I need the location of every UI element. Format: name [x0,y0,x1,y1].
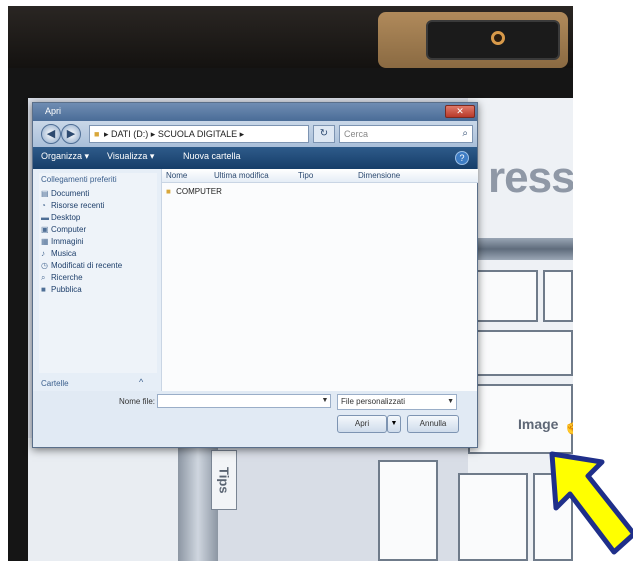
column-ultima-modifica[interactable]: Ultima modifica [214,171,269,180]
recent-icon: ◔ [41,201,46,210]
photo: ress Tips Image ☝ Apri ✕ ◀ ▶ ■ ▸ DATI (D… [0,0,633,566]
help-icon[interactable]: ? [455,151,469,165]
nav-item-desktop[interactable]: ▬ Desktop [41,213,80,222]
web-widget [378,460,438,561]
organize-button[interactable]: Organizza ▾ [41,151,89,162]
recently-changed-icon: ◷ [41,261,48,270]
column-header: Nome Ultima modifica Tipo Dimensione [162,169,478,183]
nav-item-label: Desktop [51,213,81,222]
nav-item-pubblica[interactable]: ■ Pubblica [41,285,82,294]
folder-icon: ■ [94,129,100,139]
search-placeholder: Cerca [344,129,369,139]
file-type-select[interactable]: File personalizzati ▼ [337,394,457,410]
dialog-title: Apri [45,106,62,116]
web-widget [543,270,573,322]
nav-item-documenti[interactable]: ▤ Documenti [41,189,89,198]
dialog-toolbar: Organizza ▾ Visualizza ▾ Nuova cartella … [33,147,477,169]
navigation-pane: Collegamenti preferiti ▤ Documenti ◔ Risor… [39,173,157,373]
web-widget [468,270,538,322]
column-tipo[interactable]: Tipo [298,171,313,180]
file-name: COMPUTER [176,187,222,196]
nav-item-label: Musica [51,249,77,258]
power-ring-icon [491,31,505,45]
filename-label: Nome file: [119,397,156,406]
tips-widget[interactable]: Tips [211,450,237,510]
cancel-button[interactable]: Annulla [407,415,459,433]
desktop-icon: ▬ [41,213,49,222]
folder-icon: ■ [166,187,171,196]
monitor-screen: ress Tips Image ☝ Apri ✕ ◀ ▶ ■ ▸ DATI (D… [8,6,573,561]
chevron-down-icon[interactable]: ▼ [319,394,331,408]
chevron-down-icon: ▼ [447,398,454,405]
file-list: Nome Ultima modifica Tipo Dimensione ■ C… [161,169,478,391]
search-icon[interactable]: ⌕ [462,126,468,142]
nav-item-label: Modificati di recente [51,261,123,270]
address-path: ▸ DATI (D:) ▸ SCUOLA DIGITALE ▸ [103,129,245,139]
hand-pointer-icon: ☝ [563,418,573,435]
new-folder-button[interactable]: Nuova cartella [183,151,241,161]
chevron-up-icon[interactable]: ^ [139,377,143,387]
column-dimensione[interactable]: Dimensione [358,171,400,180]
back-button[interactable]: ◀ [41,124,61,144]
press-heading: ress [488,153,573,202]
open-file-dialog: Apri ✕ ◀ ▶ ■ ▸ DATI (D:) ▸ SCUOLA DIGITA… [32,102,478,448]
nav-item-immagini[interactable]: ▦ Immagini [41,237,83,246]
nav-item-label: Computer [51,225,87,234]
nav-item-risorse-recenti[interactable]: ◔ Risorse recenti [41,201,104,210]
address-row: ◀ ▶ ■ ▸ DATI (D:) ▸ SCUOLA DIGITALE ▸ ↻ … [33,121,477,147]
dialog-footer: Nome file: ▼ File personalizzati ▼ Apri … [33,391,477,447]
filename-input[interactable] [157,394,331,408]
nav-item-label: Pubblica [51,285,82,294]
nav-item-label: Immagini [51,237,84,246]
web-widget [468,330,573,376]
web-widget [458,473,528,561]
dialog-titlebar[interactable]: Apri ✕ [33,103,477,121]
nav-item-ricerche[interactable]: ⌕ Ricerche [41,273,83,283]
list-item[interactable]: ■ COMPUTER [166,187,222,196]
public-icon: ■ [41,285,46,294]
nav-item-label: Ricerche [51,273,83,282]
address-bar[interactable]: ■ ▸ DATI (D:) ▸ SCUOLA DIGITALE ▸ [89,125,309,143]
arrow-shape [549,451,633,555]
forward-button[interactable]: ▶ [61,124,81,144]
folders-toggle-label[interactable]: Cartelle [41,379,69,388]
refresh-icon[interactable]: ↻ [313,125,335,143]
search-input[interactable]: Cerca ⌕ [339,125,473,143]
pictures-icon: ▦ [41,237,49,246]
searches-icon: ⌕ [41,273,46,282]
nav-item-musica[interactable]: ♪ Musica [41,249,76,258]
file-type-value: File personalizzati [341,397,406,406]
nav-item-computer[interactable]: ▣ Computer [41,225,86,234]
favorites-heading: Collegamenti preferiti [41,175,117,184]
open-split-button[interactable]: ▼ [387,415,401,433]
open-button[interactable]: Apri [337,415,387,433]
close-icon[interactable]: ✕ [445,105,475,118]
music-icon: ♪ [41,249,45,258]
yellow-arrow-icon [549,451,633,555]
nav-item-modificati-di-recente[interactable]: ◷ Modificati di recente [41,261,122,270]
column-nome[interactable]: Nome [166,171,187,180]
documents-icon: ▤ [41,189,49,198]
computer-icon: ▣ [41,225,49,234]
nav-item-label: Risorse recenti [51,201,105,210]
header-band [468,238,573,260]
image-label: Image [518,416,559,432]
views-button[interactable]: Visualizza ▾ [107,151,154,162]
nav-item-label: Documenti [51,189,90,198]
